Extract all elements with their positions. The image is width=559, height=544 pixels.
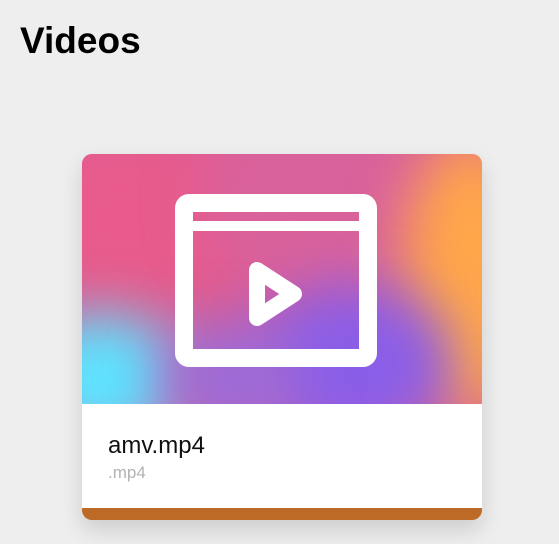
video-info: amv.mp4 .mp4 (82, 404, 482, 508)
video-file-extension: .mp4 (108, 463, 146, 482)
video-file-name: amv.mp4 (108, 432, 205, 459)
page-title: Videos (20, 20, 141, 61)
video-card[interactable]: amv.mp4 .mp4 (82, 154, 482, 520)
card-accent-bar (82, 508, 482, 520)
video-thumbnail[interactable] (82, 154, 482, 404)
video-player-icon (175, 194, 377, 367)
